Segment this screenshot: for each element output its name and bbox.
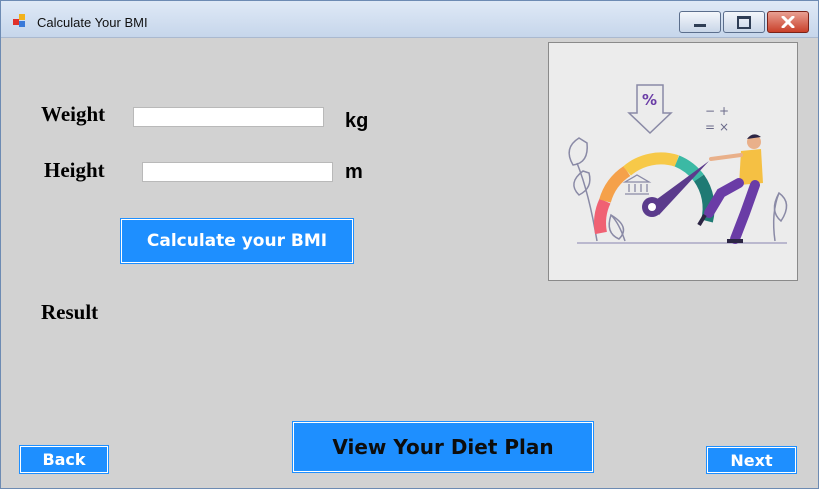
- view-diet-plan-button[interactable]: View Your Diet Plan: [293, 422, 593, 472]
- next-button[interactable]: Next: [707, 447, 796, 473]
- height-input[interactable]: [142, 162, 333, 182]
- height-label: Height: [44, 158, 105, 182]
- weight-label: Weight: [41, 102, 106, 126]
- title-bar: Calculate Your BMI: [1, 1, 818, 38]
- close-icon: [781, 16, 795, 28]
- maximize-button[interactable]: [723, 11, 765, 33]
- svg-text:×: ×: [719, 120, 729, 134]
- bmi-window: Calculate Your BMI Weight kg Height m Ca…: [0, 0, 819, 489]
- calculate-bmi-button[interactable]: Calculate your BMI: [121, 219, 353, 263]
- svg-text:+: +: [719, 104, 729, 118]
- maximize-icon: [737, 15, 751, 29]
- minimize-button[interactable]: [679, 11, 721, 33]
- result-label: Result: [41, 300, 99, 324]
- svg-text:−: −: [705, 104, 715, 118]
- back-button[interactable]: Back: [20, 446, 108, 473]
- weight-unit: kg: [345, 110, 369, 132]
- form-client-area: Weight kg Height m Calculate your BMI Re…: [1, 38, 818, 488]
- bmi-gauge-illustration: % − + = ×: [568, 84, 788, 244]
- height-unit: m: [345, 161, 363, 183]
- close-button[interactable]: [767, 11, 809, 33]
- svg-text:=: =: [705, 120, 715, 134]
- minimize-icon: [694, 23, 706, 27]
- weight-input[interactable]: [133, 107, 324, 127]
- window-title: Calculate Your BMI: [37, 15, 148, 30]
- app-icon: [13, 14, 29, 28]
- svg-text:%: %: [642, 91, 657, 109]
- bmi-illustration: % − + = ×: [548, 42, 798, 281]
